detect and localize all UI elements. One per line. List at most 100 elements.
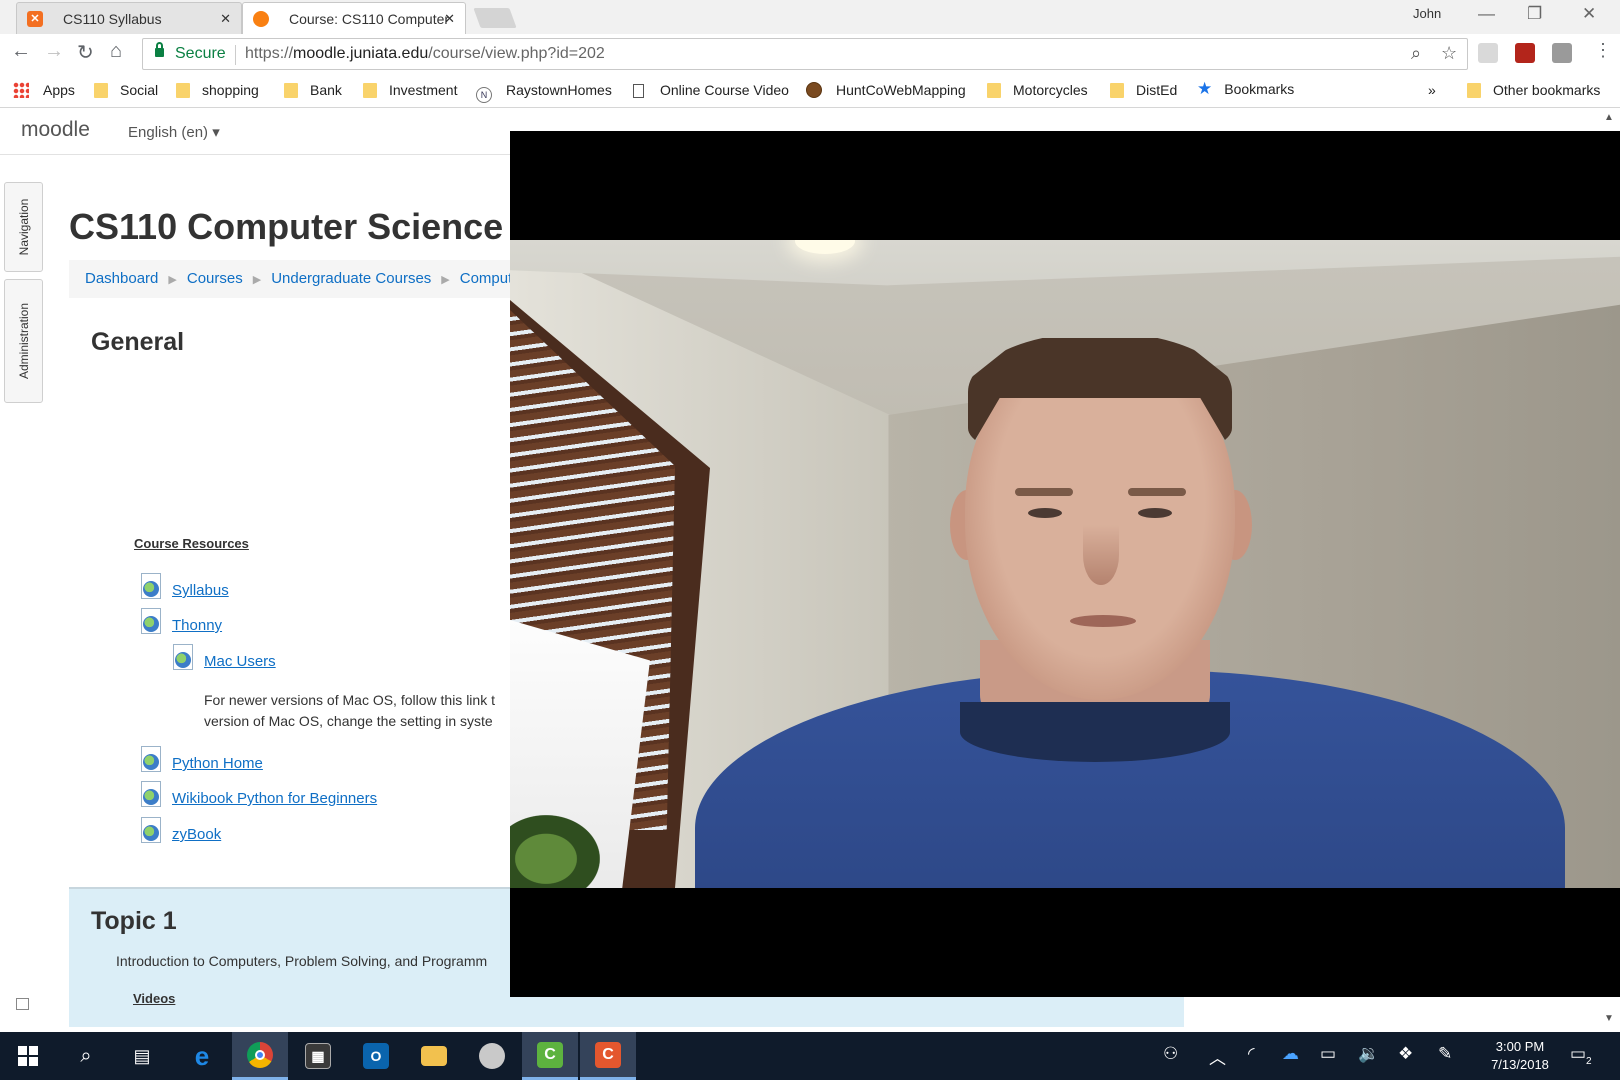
url-resource-icon bbox=[139, 781, 163, 807]
zoom-icon[interactable]: ⌕ bbox=[1411, 43, 1421, 64]
breadcrumb-separator-icon: ▶ bbox=[441, 274, 450, 286]
wifi-icon[interactable]: ◜ bbox=[1248, 1044, 1255, 1064]
person-eyebrow bbox=[1128, 488, 1186, 496]
taskbar-file-explorer[interactable] bbox=[406, 1032, 462, 1080]
action-center-icon[interactable]: ▭ bbox=[1570, 1044, 1586, 1064]
forward-icon[interactable]: → bbox=[44, 40, 64, 63]
tab-course-cs110[interactable]: Course: CS110 Computer ✕ bbox=[242, 2, 466, 34]
bookmark-investment[interactable]: Investment bbox=[363, 82, 457, 98]
scroll-down-arrow-icon[interactable]: ▼ bbox=[1604, 1013, 1614, 1024]
people-icon[interactable]: ⚇ bbox=[1163, 1044, 1178, 1064]
system-clock[interactable]: 3:00 PM 7/13/2018 bbox=[1480, 1038, 1560, 1074]
folder-icon bbox=[176, 83, 190, 98]
taskbar-outlook[interactable]: O bbox=[348, 1032, 404, 1080]
chevron-up-icon[interactable]: ︿ bbox=[1209, 1044, 1226, 1069]
bookmark-social[interactable]: Social bbox=[94, 82, 158, 98]
new-tab-button[interactable] bbox=[473, 8, 517, 28]
browser-tab-strip: ✕ CS110 Syllabus ✕ Course: CS110 Compute… bbox=[0, 0, 1620, 34]
volume-icon[interactable]: 🔉 bbox=[1358, 1044, 1379, 1064]
restore-icon[interactable]: ❐ bbox=[1527, 4, 1542, 24]
resource-zybook-link[interactable]: zyBook bbox=[172, 826, 221, 843]
back-icon[interactable]: ← bbox=[11, 40, 31, 63]
pen-icon[interactable]: ✎ bbox=[1438, 1044, 1452, 1064]
seal-icon bbox=[806, 82, 822, 98]
taskbar-calculator[interactable]: ▦ bbox=[290, 1032, 346, 1080]
bookmark-disted[interactable]: DistEd bbox=[1110, 82, 1177, 98]
taskbar-camtasia-recorder[interactable]: C bbox=[522, 1032, 578, 1080]
dropbox-icon[interactable]: ❖ bbox=[1398, 1044, 1413, 1064]
taskbar-edge[interactable]: e bbox=[174, 1032, 230, 1080]
battery-icon[interactable]: ▭ bbox=[1320, 1044, 1336, 1064]
moodle-logo[interactable]: moodle bbox=[21, 118, 90, 142]
bookmark-shopping[interactable]: shopping bbox=[176, 82, 259, 98]
breadcrumb-course[interactable]: Comput bbox=[460, 270, 513, 287]
breadcrumb-undergraduate-courses[interactable]: Undergraduate Courses bbox=[271, 270, 431, 287]
folder-icon bbox=[987, 83, 1001, 98]
minimize-icon[interactable]: — bbox=[1478, 4, 1495, 24]
bookmarks-overflow-chevron[interactable]: » bbox=[1428, 82, 1436, 98]
camtasia-icon: C bbox=[595, 1041, 621, 1068]
plant bbox=[510, 815, 600, 888]
breadcrumb-dashboard[interactable]: Dashboard bbox=[85, 270, 158, 287]
folder-icon bbox=[1467, 83, 1481, 98]
close-window-icon[interactable]: ✕ bbox=[1582, 4, 1596, 24]
secure-label: Secure bbox=[175, 45, 226, 62]
url-text[interactable]: https://moodle.juniata.edu/course/view.p… bbox=[245, 45, 605, 63]
folder-icon bbox=[284, 83, 298, 98]
outlook-icon: O bbox=[363, 1043, 389, 1069]
navigation-drawer-tab[interactable]: Navigation bbox=[4, 182, 43, 272]
person-eye bbox=[1138, 508, 1172, 518]
url-resource-icon bbox=[139, 608, 163, 634]
breadcrumb-separator-icon: ▶ bbox=[168, 274, 177, 286]
taskbar-chrome[interactable] bbox=[232, 1032, 288, 1080]
language-menu[interactable]: English (en) ▾ bbox=[128, 123, 220, 141]
bookmark-other-bookmarks[interactable]: Other bookmarks bbox=[1467, 82, 1600, 98]
resource-syllabus-link[interactable]: Syllabus bbox=[172, 582, 229, 599]
bookmark-bank[interactable]: Bank bbox=[284, 82, 342, 98]
mac-users-description-line: version of Mac OS, change the setting in… bbox=[204, 713, 493, 729]
reload-icon[interactable]: ↻ bbox=[77, 40, 94, 65]
administration-drawer-tab[interactable]: Administration bbox=[4, 279, 43, 403]
tab-cs110-syllabus[interactable]: ✕ CS110 Syllabus ✕ bbox=[16, 2, 242, 34]
dock-block-icon[interactable] bbox=[16, 998, 29, 1010]
topic-1-summary: Introduction to Computers, Problem Solvi… bbox=[116, 953, 488, 969]
bookmark-online-course-video[interactable]: Online Course Video bbox=[633, 82, 791, 98]
bookmark-raystownhomes[interactable]: N RaystownHomes bbox=[476, 82, 612, 103]
close-icon[interactable]: ✕ bbox=[444, 3, 455, 34]
bookmark-apps[interactable]: Apps bbox=[13, 82, 75, 98]
breadcrumb-courses[interactable]: Courses bbox=[187, 270, 243, 287]
resource-mac-users-link[interactable]: Mac Users bbox=[204, 653, 276, 670]
xampp-icon: ✕ bbox=[27, 11, 43, 27]
start-button[interactable] bbox=[0, 1032, 56, 1080]
bookmark-motorcycles[interactable]: Motorcycles bbox=[987, 82, 1088, 98]
search-button[interactable]: ⌕ bbox=[58, 1032, 114, 1080]
mac-users-description-line: For newer versions of Mac OS, follow thi… bbox=[204, 692, 495, 708]
onedrive-icon[interactable]: ☁ bbox=[1282, 1044, 1299, 1064]
task-view-button[interactable]: ▤ bbox=[114, 1032, 170, 1080]
tab-title: CS110 Syllabus bbox=[63, 11, 162, 27]
taskbar-paint[interactable] bbox=[464, 1032, 520, 1080]
webcam-overlay bbox=[510, 131, 1620, 997]
folder-icon bbox=[1110, 83, 1124, 98]
calculator-icon: ▦ bbox=[305, 1043, 331, 1069]
star-icon: ★ bbox=[1197, 79, 1213, 98]
bookmark-huntco-web-mapping[interactable]: HuntCoWebMapping bbox=[806, 82, 978, 98]
chrome-menu-icon[interactable]: ⋮ bbox=[1594, 40, 1612, 61]
address-bar[interactable]: Secure https://moodle.juniata.edu/course… bbox=[142, 38, 1468, 70]
url-resource-icon bbox=[139, 817, 163, 843]
taskbar-camtasia[interactable]: C bbox=[580, 1032, 636, 1080]
drive-extension-icon[interactable] bbox=[1478, 43, 1498, 63]
section-general-title: General bbox=[91, 328, 185, 356]
close-icon[interactable]: ✕ bbox=[220, 3, 231, 34]
bookmark-star-icon[interactable]: ☆ bbox=[1441, 43, 1457, 64]
acrobat-extension-icon[interactable] bbox=[1515, 43, 1535, 63]
bookmark-bookmarks[interactable]: ★ Bookmarks bbox=[1197, 79, 1294, 99]
home-icon[interactable]: ⌂ bbox=[110, 40, 122, 63]
extension-icon[interactable] bbox=[1552, 43, 1572, 63]
webcam-video-frame bbox=[510, 240, 1620, 888]
scroll-up-arrow-icon[interactable]: ▲ bbox=[1604, 112, 1614, 123]
resource-wikibook-link[interactable]: Wikibook Python for Beginners bbox=[172, 790, 377, 807]
resource-thonny-link[interactable]: Thonny bbox=[172, 617, 222, 634]
window-user-name[interactable]: John bbox=[1413, 6, 1441, 21]
resource-python-home-link[interactable]: Python Home bbox=[172, 755, 263, 772]
